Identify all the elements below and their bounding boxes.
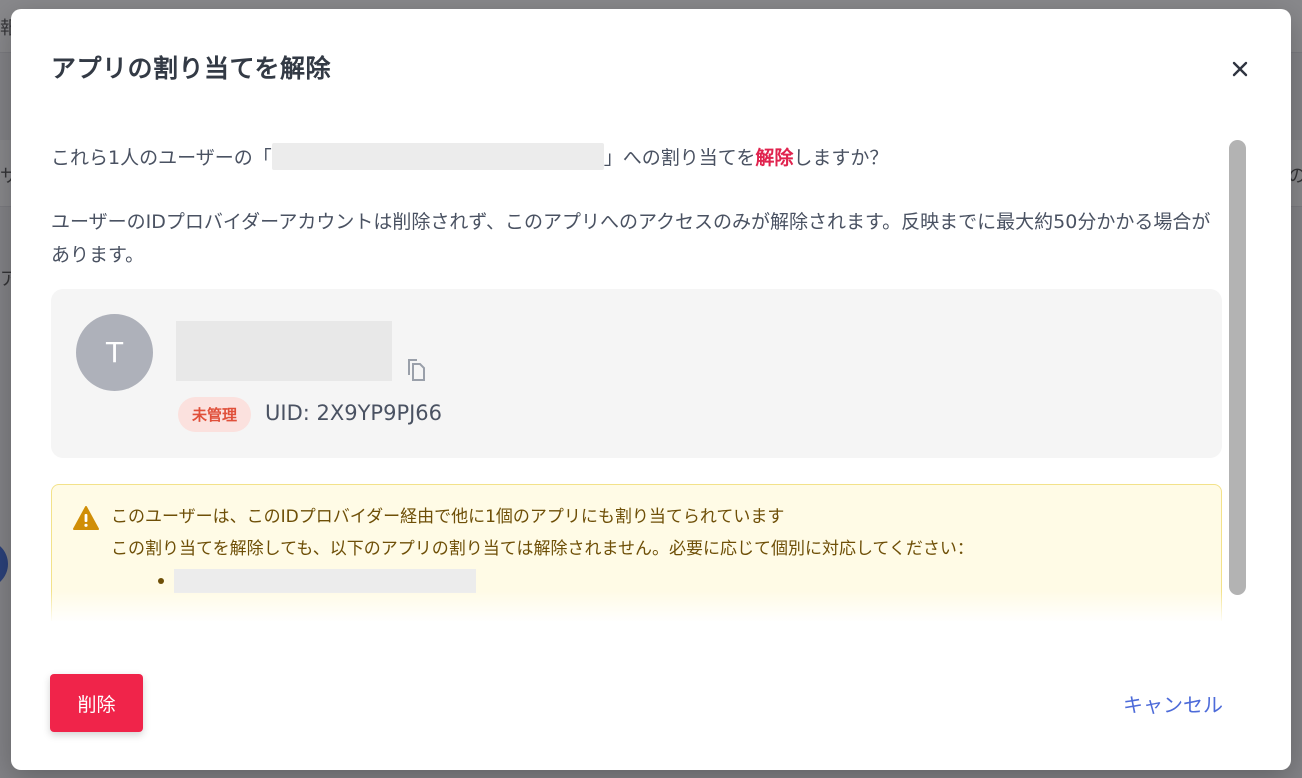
dialog-title: アプリの割り当てを解除: [51, 54, 332, 83]
copy-button[interactable]: [404, 356, 428, 382]
scrollbar-thumb[interactable]: [1229, 140, 1246, 595]
question-action-word: 解除: [755, 147, 794, 169]
question-middle: 」への割り当てを: [603, 147, 756, 169]
copy-icon: [408, 359, 425, 381]
dialog-body[interactable]: これら1人のユーザーの「 」への割り当てを 解除 しますか？ ユーザーのIDプロ…: [51, 129, 1222, 621]
redacted-app-name: [271, 143, 604, 170]
status-badge: 未管理: [178, 397, 252, 432]
user-card: T 未管理 UID: 2X9YP9PJ66: [51, 289, 1222, 458]
confirmation-question: これら1人のユーザーの「 」への割り当てを 解除 しますか？: [51, 143, 888, 170]
unassign-note: ユーザーのIDプロバイダーアカウントは削除されず、このアプリへのアクセスのみが解…: [51, 211, 1211, 266]
question-prefix: これら1人のユーザーの「: [51, 147, 272, 169]
warning-triangle-icon: [73, 506, 99, 530]
redacted-user-name: [176, 321, 392, 381]
redacted-app-name: [174, 569, 476, 593]
user-uid: UID: 2X9YP9PJ66: [265, 401, 443, 425]
delete-button[interactable]: 削除: [50, 674, 143, 732]
question-suffix: しますか？: [793, 147, 889, 169]
warning-detail: この割り当てを解除しても、以下のアプリの割り当ては解除されません。必要に応じて個…: [111, 539, 974, 559]
bullet-icon: [158, 578, 164, 584]
close-icon: [1232, 61, 1248, 77]
close-button[interactable]: [1224, 53, 1256, 85]
avatar: T: [76, 314, 153, 391]
warning-message: このユーザーは、このIDプロバイダー経由で他に1個のアプリにも割り当てられていま…: [111, 507, 785, 527]
scroll-fade: [51, 591, 1222, 623]
cancel-button[interactable]: キャンセル: [1123, 689, 1223, 718]
unassign-app-dialog: アプリの割り当てを解除 これら1人のユーザーの「 」への割り当てを 解除 します…: [11, 9, 1291, 770]
